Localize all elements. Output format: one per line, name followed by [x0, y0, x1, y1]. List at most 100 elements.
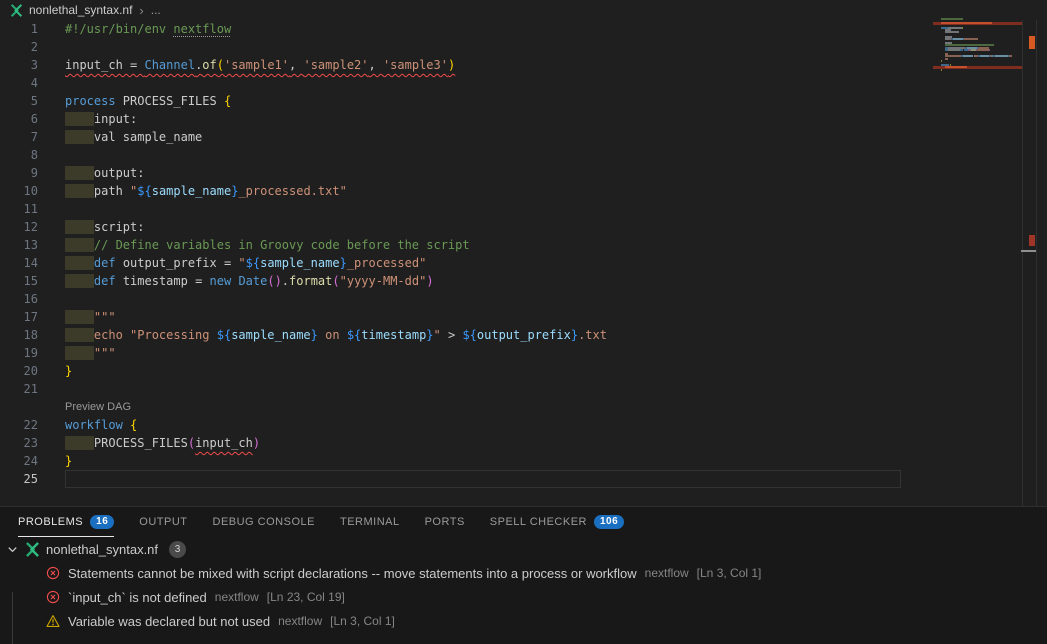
code-line[interactable]: 3input_ch = Channel.of('sample1', 'sampl…: [0, 56, 1047, 74]
code-line[interactable]: 6 input:: [0, 110, 1047, 128]
token: def: [94, 274, 116, 288]
token: [123, 418, 130, 432]
code-line[interactable]: 20}: [0, 362, 1047, 380]
code-line[interactable]: 25: [0, 470, 1047, 488]
minimap[interactable]: [933, 18, 1023, 488]
breadcrumb-more[interactable]: ...: [151, 3, 161, 17]
code-line[interactable]: 13 // Define variables in Groovy code be…: [0, 236, 1047, 254]
tab-count-badge: 106: [594, 515, 624, 529]
codelens-preview-dag[interactable]: Preview DAG: [65, 401, 131, 413]
problem-source: nextflow: [645, 566, 689, 580]
token: """: [94, 346, 116, 360]
error-squiggle-token: input_ch: [195, 436, 253, 450]
token: ": [238, 256, 245, 270]
code-line[interactable]: 11: [0, 200, 1047, 218]
problem-row[interactable]: `input_ch` is not definednextflow[Ln 23,…: [0, 585, 1047, 609]
code-editor[interactable]: 1#!/usr/bin/env nextflow23input_ch = Cha…: [0, 20, 1047, 506]
tab-label: PROBLEMS: [18, 516, 83, 528]
minimap-code: [953, 38, 963, 40]
tab-spell-checker[interactable]: SPELL CHECKER106: [490, 507, 624, 537]
line-number: 13: [0, 236, 38, 254]
token: }: [65, 454, 72, 468]
code-line[interactable]: 1#!/usr/bin/env nextflow: [0, 20, 1047, 38]
chevron-down-icon[interactable]: [6, 543, 19, 556]
minimap-code: [977, 49, 988, 51]
line-number: 7: [0, 128, 38, 146]
breadcrumb-separator: ›: [139, 3, 143, 18]
indent-highlight: [65, 220, 94, 234]
indent-highlight: [65, 256, 94, 270]
token: .: [282, 274, 289, 288]
indent-highlight: [65, 130, 94, 144]
code-line[interactable]: 16: [0, 290, 1047, 308]
code-line[interactable]: 7 val sample_name: [0, 128, 1047, 146]
breadcrumb[interactable]: nonlethal_syntax.nf › ...: [0, 0, 1047, 20]
problems-tree: nonlethal_syntax.nf3Statements cannot be…: [0, 537, 1047, 633]
breadcrumb-filename[interactable]: nonlethal_syntax.nf: [29, 3, 132, 17]
problem-row[interactable]: Variable was declared but not usednextfl…: [0, 609, 1047, 633]
tab-problems[interactable]: PROBLEMS16: [18, 507, 114, 537]
code-line[interactable]: 8: [0, 146, 1047, 164]
nextflow-file-icon: [25, 542, 40, 557]
token: input_ch =: [65, 58, 144, 72]
token: nextflow: [173, 22, 231, 36]
overview-ruler[interactable]: [1022, 20, 1037, 506]
token: script:: [94, 220, 145, 234]
token: }: [340, 256, 347, 270]
token: 'sample2': [303, 58, 368, 72]
token: {: [224, 94, 231, 108]
code-line[interactable]: 23 PROCESS_FILES(input_ch): [0, 434, 1047, 452]
code-content: input_ch = Channel.of('sample1', 'sample…: [65, 56, 455, 74]
tab-ports[interactable]: PORTS: [425, 507, 465, 537]
token: 'sample1': [224, 58, 289, 72]
code-line[interactable]: 22workflow {: [0, 416, 1047, 434]
code-line[interactable]: 21: [0, 380, 1047, 398]
code-line[interactable]: 2: [0, 38, 1047, 56]
problem-source: nextflow: [278, 614, 322, 628]
current-line-highlight: [65, 470, 901, 488]
token: PROCESS_FILES: [116, 94, 224, 108]
tab-debug-console[interactable]: DEBUG CONSOLE: [213, 507, 315, 537]
minimap-code: [980, 55, 989, 57]
line-number: 19: [0, 344, 38, 362]
code-line[interactable]: 17 """: [0, 308, 1047, 326]
code-line[interactable]: 12 script:: [0, 218, 1047, 236]
minimap-code: [945, 58, 948, 60]
minimap-code: [941, 18, 955, 20]
indent-highlight: [65, 112, 94, 126]
indent-highlight: [65, 184, 94, 198]
code-line[interactable]: 4: [0, 74, 1047, 92]
tab-output[interactable]: OUTPUT: [139, 507, 187, 537]
minimap-code: [941, 22, 951, 24]
codelens-row: Preview DAG: [0, 398, 1047, 416]
code-content: // Define variables in Groovy code befor…: [65, 236, 470, 254]
token: output:: [94, 166, 145, 180]
code-line[interactable]: 5process PROCESS_FILES {: [0, 92, 1047, 110]
token: Date: [238, 274, 267, 288]
token: ${: [347, 328, 361, 342]
problems-file-row[interactable]: nonlethal_syntax.nf3: [0, 537, 1047, 561]
token: ): [448, 58, 455, 72]
minimap-code: [945, 66, 957, 68]
error-squiggle: input_ch = Channel.of('sample1', 'sample…: [65, 58, 455, 72]
token: _processed.txt": [238, 184, 346, 198]
code-content: input:: [65, 110, 137, 128]
line-number: 2: [0, 38, 38, 56]
line-number: 1: [0, 20, 38, 38]
code-line[interactable]: 10 path "${sample_name}_processed.txt": [0, 182, 1047, 200]
token: sample_name: [231, 328, 310, 342]
code-line[interactable]: 15 def timestamp = new Date().format("yy…: [0, 272, 1047, 290]
code-line[interactable]: 14 def output_prefix = "${sample_name}_p…: [0, 254, 1047, 272]
code-line[interactable]: 18 echo "Processing ${sample_name} on ${…: [0, 326, 1047, 344]
problem-row[interactable]: Statements cannot be mixed with script d…: [0, 561, 1047, 585]
token: output_prefix: [477, 328, 571, 342]
code-line[interactable]: 19 """: [0, 344, 1047, 362]
token: "yyyy-MM-dd": [340, 274, 427, 288]
minimap-code: [964, 38, 978, 40]
tab-terminal[interactable]: TERMINAL: [340, 507, 400, 537]
code-line[interactable]: 9 output:: [0, 164, 1047, 182]
line-number: 4: [0, 74, 38, 92]
line-number: 12: [0, 218, 38, 236]
code-content: echo "Processing ${sample_name} on ${tim…: [65, 326, 607, 344]
code-line[interactable]: 24}: [0, 452, 1047, 470]
